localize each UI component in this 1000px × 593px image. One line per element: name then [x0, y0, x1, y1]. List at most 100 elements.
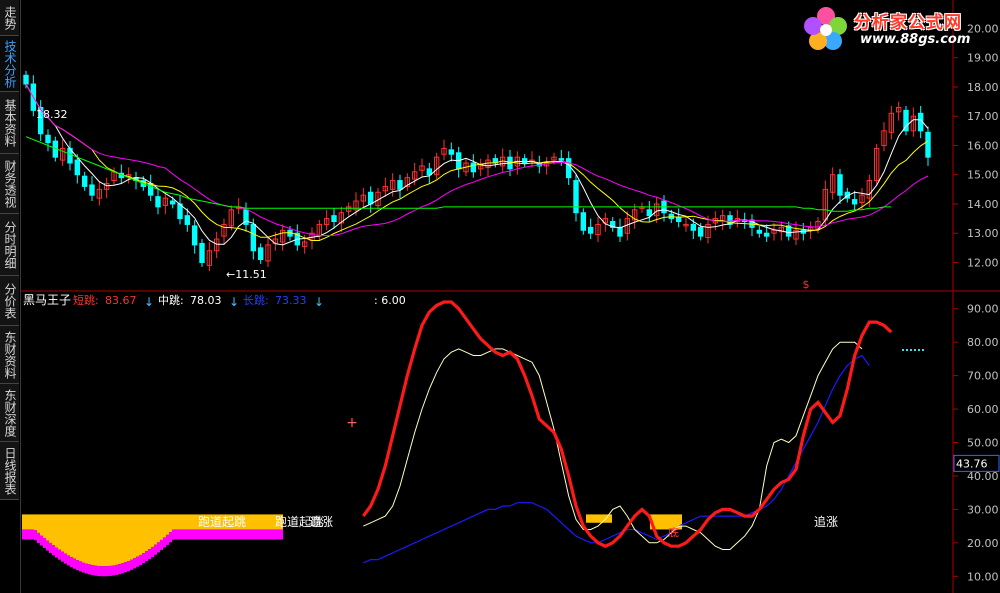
histogram-bar-magenta	[205, 529, 208, 540]
histogram-bar-magenta	[217, 529, 220, 540]
histogram-bar-yellow	[61, 514, 64, 552]
histogram-bar-yellow	[88, 514, 91, 565]
histogram-bar-magenta	[25, 529, 28, 540]
annotation-chase-1: 追涨	[309, 514, 333, 529]
histogram-bar-yellow	[91, 514, 94, 566]
histogram-bar-magenta	[211, 529, 214, 540]
histogram-bar-magenta	[160, 539, 163, 550]
histogram-bar-magenta	[181, 529, 184, 540]
histogram-bar-magenta	[214, 529, 217, 540]
flower-logo-icon	[804, 7, 847, 50]
histogram-bar-yellow	[82, 514, 85, 563]
histogram-bar-yellow	[151, 514, 154, 547]
histogram-bar-yellow	[193, 514, 196, 530]
histogram-bar-yellow	[178, 514, 181, 530]
low-price-label: ←11.51	[226, 268, 267, 281]
legend-arrow-icon: ↓	[229, 295, 239, 309]
candle-body	[331, 215, 337, 223]
histogram-bar-yellow	[160, 514, 163, 540]
candle-body	[191, 225, 198, 246]
indicator-axis-label: 80.00	[967, 336, 999, 349]
candle-body	[257, 247, 264, 261]
candle-body	[184, 215, 191, 225]
histogram-bar-magenta	[145, 551, 148, 562]
annotation-runway-1: 跑道起跳	[198, 515, 246, 529]
histogram-bar-magenta	[127, 561, 130, 572]
histogram-bar-magenta	[154, 544, 157, 555]
annotation-chase-2: 追涨	[814, 514, 838, 529]
histogram-bar-magenta	[103, 566, 106, 577]
annotation-bottom: 底	[668, 525, 679, 539]
candle-body	[367, 191, 374, 205]
histogram-bar-yellow	[103, 514, 106, 567]
histogram-bar-yellow	[28, 514, 31, 530]
histogram-bar-yellow	[112, 514, 115, 566]
histogram-bar-magenta	[76, 560, 79, 571]
price-axis-label: 12.00	[967, 256, 999, 269]
histogram-bar-magenta	[37, 532, 40, 543]
candle-body	[81, 175, 88, 187]
histogram-bar-magenta	[139, 554, 142, 566]
histogram-bar-magenta	[220, 529, 223, 540]
candle-body	[169, 200, 176, 205]
indicator-axis-label: 40.00	[967, 470, 999, 483]
histogram-bar-yellow	[73, 514, 76, 559]
histogram-bar-yellow	[43, 514, 46, 539]
histogram-bar-magenta	[208, 529, 211, 540]
histogram-bar-magenta	[46, 540, 49, 551]
candle-body	[521, 158, 528, 164]
histogram-bar-magenta	[232, 529, 235, 540]
histogram-bar-magenta	[172, 529, 175, 540]
histogram-bar-magenta	[31, 529, 34, 540]
histogram-bar-magenta	[82, 562, 85, 573]
price-axis-label: 17.00	[967, 110, 999, 123]
candle-body	[617, 226, 623, 237]
histogram-bar-magenta	[85, 563, 88, 574]
candle-body	[155, 196, 161, 208]
indicator-axis-label: 10.00	[967, 570, 999, 583]
histogram-bar-magenta	[178, 529, 181, 540]
histogram-bar-yellow	[133, 514, 136, 559]
histogram-bar-yellow	[31, 514, 34, 530]
histogram-bar-magenta	[109, 565, 112, 576]
histogram-bar-yellow	[136, 514, 139, 557]
histogram-bar-magenta	[199, 529, 202, 540]
price-axis-label: 14.00	[967, 198, 999, 211]
candle-body	[199, 242, 205, 263]
candle-body	[448, 149, 455, 155]
histogram-bar-magenta	[196, 529, 199, 540]
ma10-line	[25, 83, 929, 241]
histogram-bar-yellow	[67, 514, 70, 556]
price-axis-label: 13.00	[967, 227, 999, 240]
histogram-bar-magenta	[70, 557, 73, 568]
candle-body	[697, 226, 704, 237]
histogram-bar-yellow	[262, 514, 265, 530]
histogram-bar-magenta	[100, 566, 103, 577]
histogram-bar-magenta	[166, 534, 169, 545]
histogram-bar-yellow	[40, 514, 43, 536]
indicator-axis-label: 20.00	[967, 537, 999, 550]
histogram-bar-magenta	[22, 529, 25, 540]
histogram-bar-yellow	[76, 514, 79, 561]
histogram-bar-magenta	[202, 529, 205, 540]
histogram-bar-yellow	[34, 514, 37, 531]
histogram-bar-magenta	[40, 535, 43, 546]
histogram-bar-yellow	[181, 514, 184, 530]
candle-body	[565, 158, 572, 179]
ma20-line	[25, 83, 929, 236]
histogram-bar-magenta	[253, 529, 256, 540]
histogram-bar-magenta	[259, 529, 262, 540]
short-jump-line	[362, 300, 893, 548]
histogram-bar-magenta	[121, 563, 124, 574]
histogram-bar-yellow	[175, 514, 178, 530]
histogram-bar-yellow	[139, 514, 142, 555]
histogram-bar-yellow	[115, 514, 118, 565]
histogram-bar-yellow	[37, 514, 40, 533]
histogram-bar-magenta	[274, 529, 277, 540]
indicator-axis-label: 70.00	[967, 370, 999, 383]
logo-brand-text: 分析家公式网	[854, 13, 962, 33]
histogram-bar-magenta	[277, 529, 280, 540]
histogram-bar-magenta	[112, 565, 115, 576]
site-logo: 分析家公式网 www.88gs.com	[800, 4, 1000, 54]
legend-arrow-icon: ↓	[144, 295, 154, 309]
